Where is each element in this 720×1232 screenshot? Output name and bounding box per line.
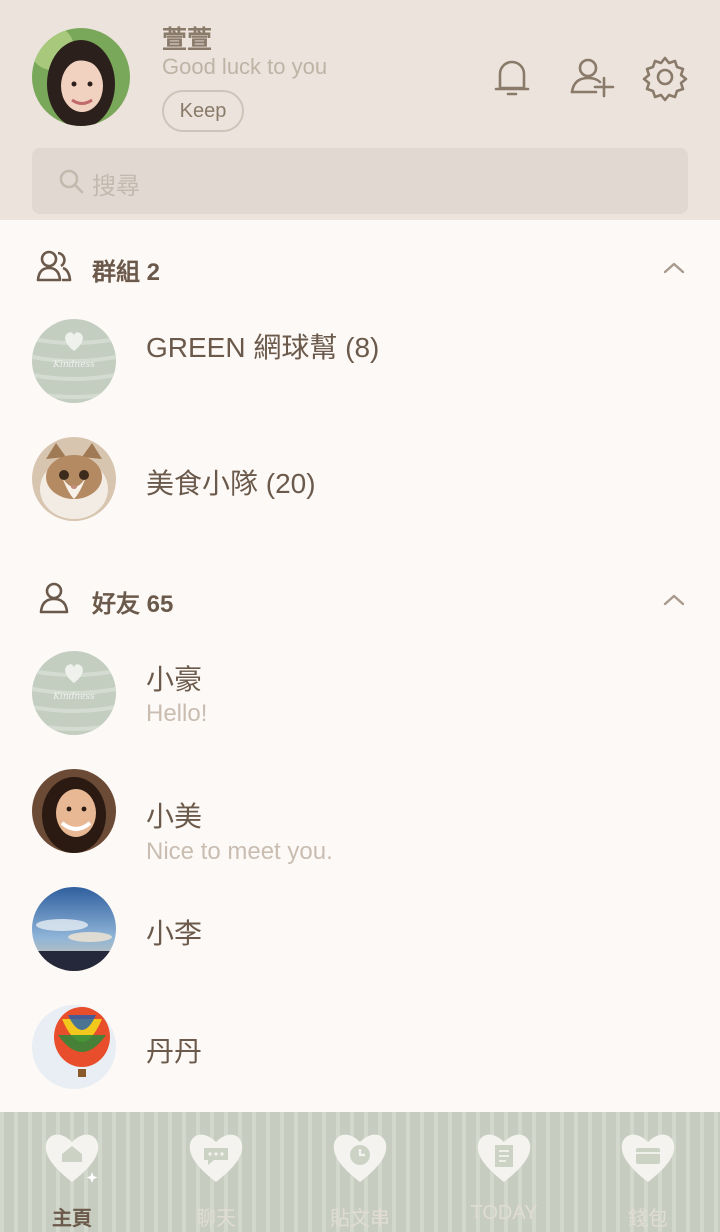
group-name[interactable]: 美食小隊 (20) — [146, 462, 316, 502]
group-name[interactable]: GREEN 網球幫 (8) — [146, 326, 379, 366]
friend-avatar[interactable]: Kindness — [32, 651, 116, 735]
svg-text:Kindness: Kindness — [52, 360, 95, 370]
tab-today-label: TODAY — [470, 1202, 538, 1224]
friend-status: Nice to meet you. — [146, 838, 333, 865]
friend-status: Hello! — [146, 700, 208, 727]
profile-name: 萱萱 — [162, 26, 213, 54]
collapse-friends-chevron-icon[interactable] — [660, 590, 688, 610]
groups-section-title: 群組 2 — [92, 259, 161, 286]
search-placeholder: 搜尋 — [92, 173, 140, 200]
add-friend-icon[interactable] — [566, 52, 616, 102]
tab-wallet-label: 錢包 — [628, 1208, 668, 1230]
group-avatar[interactable] — [32, 437, 116, 521]
profile-avatar[interactable] — [32, 28, 130, 126]
friend-name[interactable]: 小美 — [146, 795, 202, 835]
friends-section-title: 好友 65 — [92, 591, 174, 618]
collapse-groups-chevron-icon[interactable] — [660, 258, 688, 278]
news-icon — [477, 1134, 531, 1182]
wallet-icon — [621, 1134, 675, 1182]
tab-timeline-label: 貼文串 — [330, 1208, 390, 1230]
friend-avatar[interactable] — [32, 887, 116, 971]
friend-avatar[interactable] — [32, 1005, 116, 1089]
tab-home-label: 主頁 — [52, 1208, 92, 1230]
friend-avatar[interactable] — [32, 769, 116, 853]
group-avatar[interactable]: Kindness — [32, 319, 116, 403]
friend-icon — [39, 582, 69, 614]
home-icon — [45, 1134, 99, 1183]
profile-status-message[interactable]: Good luck to you — [162, 54, 327, 80]
tab-chat-label: 聊天 — [196, 1208, 236, 1230]
friend-name[interactable]: 小豪 — [146, 658, 202, 698]
gear-icon[interactable] — [640, 52, 690, 102]
friend-name[interactable]: 小李 — [146, 912, 202, 952]
timeline-icon — [333, 1134, 387, 1182]
bell-icon[interactable] — [487, 52, 537, 102]
keep-button[interactable]: Keep — [162, 90, 244, 132]
group-icon — [36, 250, 72, 282]
svg-text:Kindness: Kindness — [52, 692, 95, 702]
friend-name[interactable]: 丹丹 — [146, 1030, 202, 1070]
chat-icon — [189, 1134, 243, 1182]
search-icon — [59, 169, 84, 194]
